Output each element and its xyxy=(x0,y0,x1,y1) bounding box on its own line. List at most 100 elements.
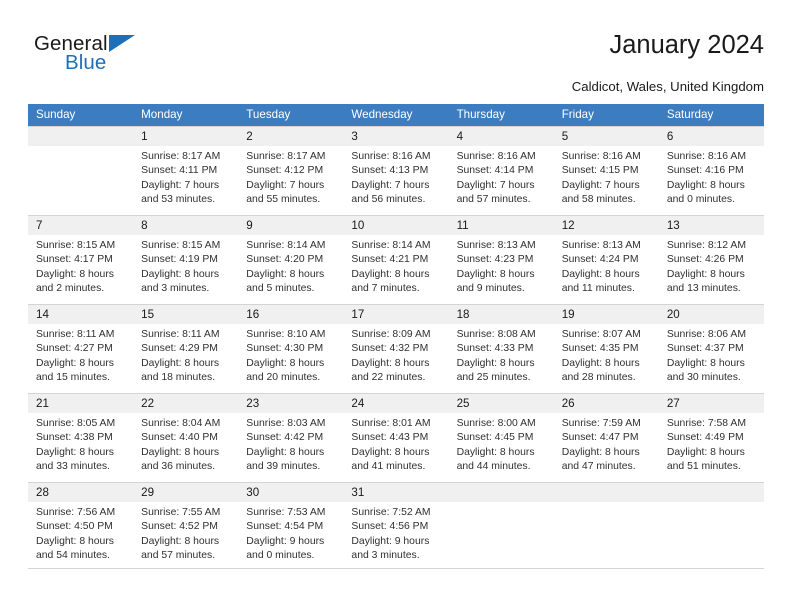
calendar-day-cell[interactable]: 12 Sunrise: 8:13 AM Sunset: 4:24 PM Dayligh… xyxy=(553,215,659,305)
calendar-week-row: 28 Sunrise: 7:56 AM Sunset: 4:50 PM Dayligh… xyxy=(28,482,764,569)
daylight-text-line1: Daylight: 8 hours xyxy=(561,357,640,369)
daylight-text-line2: and 2 minutes. xyxy=(36,283,105,295)
day-cell-inner: 20 Sunrise: 8:06 AM Sunset: 4:37 PM Dayligh… xyxy=(658,305,764,393)
calendar-week-row: 7 Sunrise: 8:15 AM Sunset: 4:17 PM Daylight… xyxy=(28,215,764,305)
calendar-day-cell[interactable]: 16 Sunrise: 8:10 AM Sunset: 4:30 PM Dayligh… xyxy=(238,304,344,394)
daylight-text-line1: Daylight: 7 hours xyxy=(456,179,535,191)
day-cell-details: Sunrise: 8:15 AM Sunset: 4:19 PM Daylight:… xyxy=(133,235,238,297)
calendar-day-cell[interactable]: 24 Sunrise: 8:01 AM Sunset: 4:43 PM Dayligh… xyxy=(343,393,449,483)
sunset-text: Sunset: 4:21 PM xyxy=(351,254,429,266)
calendar-day-cell[interactable]: 8 Sunrise: 8:15 AM Sunset: 4:19 PM Daylight… xyxy=(133,215,239,305)
day-cell-details: Sunrise: 8:04 AM Sunset: 4:40 PM Daylight:… xyxy=(133,413,238,475)
sunset-text: Sunset: 4:47 PM xyxy=(561,432,639,444)
calendar-day-cell[interactable]: 27 Sunrise: 7:58 AM Sunset: 4:49 PM Dayligh… xyxy=(658,393,764,483)
day-cell-details: Sunrise: 8:01 AM Sunset: 4:43 PM Daylight:… xyxy=(343,413,448,475)
day-cell-details: Sunrise: 7:52 AM Sunset: 4:56 PM Daylight:… xyxy=(343,502,448,564)
daylight-text-line1: Daylight: 7 hours xyxy=(141,179,220,191)
sunrise-text: Sunrise: 8:01 AM xyxy=(351,418,431,429)
sunrise-text: Sunrise: 7:52 AM xyxy=(351,507,431,518)
day-cell-inner: 21 Sunrise: 8:05 AM Sunset: 4:38 PM Dayligh… xyxy=(28,394,134,482)
daylight-text-line2: and 56 minutes. xyxy=(351,194,426,206)
calendar-day-cell[interactable]: 30 Sunrise: 7:53 AM Sunset: 4:54 PM Dayligh… xyxy=(238,482,344,569)
sunset-text: Sunset: 4:29 PM xyxy=(141,343,218,355)
calendar-day-cell[interactable]: 23 Sunrise: 8:03 AM Sunset: 4:42 PM Dayligh… xyxy=(238,393,344,483)
calendar-day-cell[interactable]: 25 Sunrise: 8:00 AM Sunset: 4:45 PM Dayligh… xyxy=(448,393,554,483)
calendar-day-cell[interactable]: 22 Sunrise: 8:04 AM Sunset: 4:40 PM Dayligh… xyxy=(133,393,239,483)
calendar-day-cell[interactable]: 14 Sunrise: 8:11 AM Sunset: 4:27 PM Dayligh… xyxy=(28,304,134,394)
day-cell-inner: 5 Sunrise: 8:16 AM Sunset: 4:15 PM Daylight… xyxy=(553,127,659,215)
sunrise-text: Sunrise: 7:59 AM xyxy=(561,418,641,429)
daylight-text-line1: Daylight: 8 hours xyxy=(36,357,114,369)
page-subtitle: Caldicot, Wales, United Kingdom xyxy=(571,79,764,94)
day-number: 16 xyxy=(238,305,344,324)
calendar-day-cell[interactable]: 2 Sunrise: 8:17 AM Sunset: 4:12 PM Daylight… xyxy=(238,126,344,216)
calendar-day-cell[interactable]: 31 Sunrise: 7:52 AM Sunset: 4:56 PM Dayligh… xyxy=(343,482,449,569)
sunset-text: Sunset: 4:24 PM xyxy=(561,254,639,266)
day-cell-inner: 14 Sunrise: 8:11 AM Sunset: 4:27 PM Dayligh… xyxy=(28,305,134,393)
day-number: 31 xyxy=(343,483,449,502)
calendar-day-cell[interactable]: 7 Sunrise: 8:15 AM Sunset: 4:17 PM Daylight… xyxy=(28,215,134,305)
day-cell-inner: 15 Sunrise: 8:11 AM Sunset: 4:29 PM Dayligh… xyxy=(133,305,239,393)
calendar-day-cell[interactable]: 1 Sunrise: 8:17 AM Sunset: 4:11 PM Daylight… xyxy=(133,126,239,216)
calendar-day-cell[interactable]: 4 Sunrise: 8:16 AM Sunset: 4:14 PM Daylight… xyxy=(448,126,554,216)
day-cell-details: Sunrise: 8:14 AM Sunset: 4:20 PM Daylight:… xyxy=(238,235,343,297)
daylight-text-line1: Daylight: 8 hours xyxy=(456,446,535,458)
calendar-day-cell[interactable]: 5 Sunrise: 8:16 AM Sunset: 4:15 PM Daylight… xyxy=(553,126,659,216)
sunset-text: Sunset: 4:32 PM xyxy=(351,343,429,355)
day-number: 9 xyxy=(238,216,344,235)
day-cell-details: Sunrise: 8:17 AM Sunset: 4:12 PM Daylight:… xyxy=(238,146,343,208)
daylight-text-line2: and 28 minutes. xyxy=(561,372,636,384)
calendar-day-cell[interactable]: 18 Sunrise: 8:08 AM Sunset: 4:33 PM Dayligh… xyxy=(448,304,554,394)
daylight-text-line1: Daylight: 8 hours xyxy=(141,357,220,369)
day-cell-inner: 10 Sunrise: 8:14 AM Sunset: 4:21 PM Dayligh… xyxy=(343,216,449,304)
daylight-text-line1: Daylight: 8 hours xyxy=(246,268,325,280)
sunrise-text: Sunrise: 8:12 AM xyxy=(666,240,746,251)
calendar-day-cell[interactable]: 3 Sunrise: 8:16 AM Sunset: 4:13 PM Daylight… xyxy=(343,126,449,216)
day-cell-details: Sunrise: 8:13 AM Sunset: 4:23 PM Daylight:… xyxy=(449,235,554,297)
day-number: 19 xyxy=(553,305,659,324)
day-cell-inner: 6 Sunrise: 8:16 AM Sunset: 4:16 PM Daylight… xyxy=(658,127,764,215)
calendar-day-cell[interactable]: 15 Sunrise: 8:11 AM Sunset: 4:29 PM Dayligh… xyxy=(133,304,239,394)
sunrise-text: Sunrise: 7:58 AM xyxy=(666,418,746,429)
daylight-text-line2: and 0 minutes. xyxy=(246,550,315,562)
calendar-day-cell[interactable]: 13 Sunrise: 8:12 AM Sunset: 4:26 PM Dayligh… xyxy=(658,215,764,305)
daylight-text-line1: Daylight: 7 hours xyxy=(246,179,325,191)
day-cell-inner xyxy=(448,483,554,568)
day-cell-inner xyxy=(658,483,764,568)
calendar-day-cell[interactable]: 20 Sunrise: 8:06 AM Sunset: 4:37 PM Dayligh… xyxy=(658,304,764,394)
calendar-day-cell[interactable]: 19 Sunrise: 8:07 AM Sunset: 4:35 PM Dayligh… xyxy=(553,304,659,394)
calendar-day-cell[interactable]: 6 Sunrise: 8:16 AM Sunset: 4:16 PM Daylight… xyxy=(658,126,764,216)
daylight-text-line2: and 25 minutes. xyxy=(456,372,531,384)
daylight-text-line1: Daylight: 8 hours xyxy=(246,446,325,458)
day-number: 29 xyxy=(133,483,239,502)
calendar-day-cell[interactable]: 10 Sunrise: 8:14 AM Sunset: 4:21 PM Dayligh… xyxy=(343,215,449,305)
day-number: 20 xyxy=(658,305,764,324)
calendar-day-cell[interactable]: 29 Sunrise: 7:55 AM Sunset: 4:52 PM Dayligh… xyxy=(133,482,239,569)
day-number: 21 xyxy=(28,394,134,413)
day-cell-details: Sunrise: 8:08 AM Sunset: 4:33 PM Daylight:… xyxy=(449,324,554,386)
sunset-text: Sunset: 4:14 PM xyxy=(456,165,534,177)
sunrise-sunset-calendar: Sunday Monday Tuesday Wednesday Thursday Frid… xyxy=(28,104,764,569)
daylight-text-line2: and 3 minutes. xyxy=(351,550,420,562)
daylight-text-line1: Daylight: 8 hours xyxy=(666,179,745,191)
day-cell-inner: 31 Sunrise: 7:52 AM Sunset: 4:56 PM Dayligh… xyxy=(343,483,449,568)
day-number: 28 xyxy=(28,483,134,502)
sunset-text: Sunset: 4:54 PM xyxy=(246,521,324,533)
calendar-day-cell[interactable]: 9 Sunrise: 8:14 AM Sunset: 4:20 PM Daylight… xyxy=(238,215,344,305)
calendar-day-cell[interactable]: 17 Sunrise: 8:09 AM Sunset: 4:32 PM Dayligh… xyxy=(343,304,449,394)
general-blue-logo[interactable]: General Blue xyxy=(34,32,154,80)
day-number: 17 xyxy=(343,305,449,324)
sunset-text: Sunset: 4:19 PM xyxy=(141,254,218,266)
weekday-header-monday: Monday xyxy=(133,104,239,127)
calendar-day-cell[interactable]: 26 Sunrise: 7:59 AM Sunset: 4:47 PM Dayligh… xyxy=(553,393,659,483)
calendar-day-cell[interactable]: 11 Sunrise: 8:13 AM Sunset: 4:23 PM Dayligh… xyxy=(448,215,554,305)
calendar-day-cell[interactable]: 28 Sunrise: 7:56 AM Sunset: 4:50 PM Dayligh… xyxy=(28,482,134,569)
day-cell-details: Sunrise: 8:16 AM Sunset: 4:14 PM Daylight:… xyxy=(449,146,554,208)
weekday-header-saturday: Saturday xyxy=(658,104,764,127)
calendar-cell-empty xyxy=(28,126,134,216)
day-cell-details: Sunrise: 7:56 AM Sunset: 4:50 PM Daylight:… xyxy=(28,502,133,564)
day-cell-details: Sunrise: 8:13 AM Sunset: 4:24 PM Daylight:… xyxy=(554,235,659,297)
calendar-day-cell[interactable]: 21 Sunrise: 8:05 AM Sunset: 4:38 PM Dayligh… xyxy=(28,393,134,483)
daylight-text-line1: Daylight: 8 hours xyxy=(561,268,640,280)
sunrise-text: Sunrise: 8:11 AM xyxy=(36,329,115,340)
